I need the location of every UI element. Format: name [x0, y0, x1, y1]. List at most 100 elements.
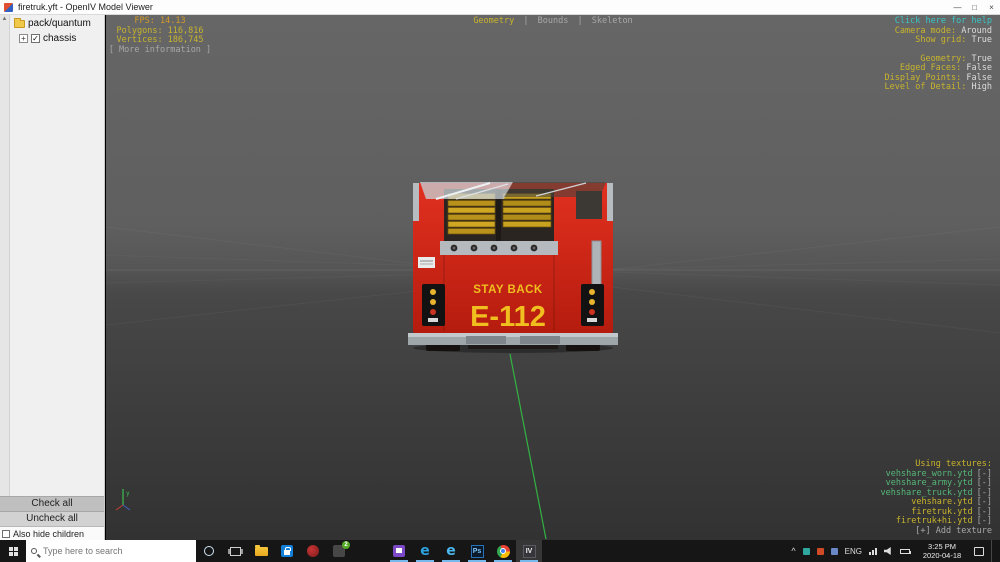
tray-expand-icon[interactable]: ^ [791, 546, 795, 556]
texture-remove-button[interactable]: [-] [977, 469, 992, 479]
axis-y-label: y [126, 490, 130, 497]
viewport-canvas[interactable]: y [106, 15, 1000, 540]
texture-remove-button[interactable]: [-] [977, 478, 992, 488]
axis-gizmo: y [116, 489, 130, 510]
tree-root-label: pack/quantum [28, 18, 91, 29]
setting-level-of-detail[interactable]: Level of Detail: High [885, 83, 993, 93]
check-all-button[interactable]: Check all [0, 496, 104, 511]
chassis-checkbox[interactable]: ✓ [31, 34, 40, 43]
volume-icon[interactable] [884, 547, 893, 555]
texture-remove-button[interactable]: [-] [977, 507, 992, 517]
y-axis-line [510, 354, 546, 539]
mode-separator: | [577, 16, 582, 26]
openiv-icon: IV [523, 545, 536, 558]
textures-panel: Using textures: vehshare_worn.ytd[-] veh… [881, 460, 992, 536]
viewer-settings-block: Click here for help Camera mode: Around … [885, 17, 993, 93]
texture-name: firetruk.ytd [911, 507, 972, 517]
texture-name: vehshare_worn.ytd [886, 469, 973, 479]
also-hide-children-checkbox[interactable] [2, 530, 10, 538]
photoshop-icon: Ps [471, 545, 484, 558]
internet-explorer-icon: e [446, 544, 456, 558]
firetruck-model: STAY BACK E-112 [408, 179, 618, 353]
title-bar: firetruk.yft - OpenIV Model Viewer — □ × [0, 0, 1000, 15]
texture-name: vehshare_army.ytd [886, 478, 973, 488]
action-center-icon[interactable] [974, 547, 984, 556]
file-explorer-button[interactable] [248, 540, 274, 562]
notification-badge: 2 [342, 541, 350, 549]
maximize-button[interactable]: □ [966, 0, 983, 14]
network-icon[interactable] [869, 548, 877, 555]
system-tray: ^ ENG 3:25 PM 2020-04-18 [791, 540, 1000, 562]
folder-icon [14, 20, 25, 28]
close-button[interactable]: × [983, 0, 1000, 14]
language-indicator[interactable]: ENG [845, 547, 862, 556]
add-texture-button[interactable]: [+] Add texture [881, 527, 992, 537]
task-view-button[interactable] [222, 540, 248, 562]
texture-remove-button[interactable]: [-] [977, 488, 992, 498]
window-title: firetruk.yft - OpenIV Model Viewer [18, 2, 949, 12]
view-mode-switch: Geometry | Bounds | Skeleton [471, 17, 634, 27]
tray-date: 2020-04-18 [923, 551, 961, 560]
truck-unit-number-text: E-112 [470, 301, 546, 333]
pinned-app-button[interactable] [300, 540, 326, 562]
tree-root-row[interactable]: pack/quantum [11, 15, 104, 31]
messaging-app-button[interactable]: 2 [326, 540, 352, 562]
mode-separator: | [523, 16, 528, 26]
minimize-button[interactable]: — [949, 0, 966, 14]
start-button[interactable] [0, 540, 26, 562]
sidebar-bottom-controls: Check all Uncheck all Also hide children [0, 496, 104, 540]
twitch-icon [393, 545, 405, 557]
chrome-icon [497, 545, 510, 558]
edge-browser-button[interactable]: e [412, 540, 438, 562]
cortana-icon [204, 546, 214, 556]
app-icon [4, 3, 13, 12]
twitch-app-button[interactable] [386, 540, 412, 562]
windows-logo-icon [9, 547, 18, 556]
truck-stay-back-text: STAY BACK [473, 284, 543, 296]
tray-app-icon[interactable] [831, 548, 838, 555]
photoshop-button[interactable]: Ps [464, 540, 490, 562]
task-view-icon [230, 547, 241, 556]
edge-icon: e [420, 544, 430, 558]
show-desktop-button[interactable] [991, 540, 996, 562]
grid-overlay: y [106, 15, 1000, 540]
texture-name: vehshare_truck.ytd [881, 488, 973, 498]
taskbar-gap [352, 540, 386, 562]
mode-geometry[interactable]: Geometry [473, 16, 514, 26]
also-hide-children-label: Also hide children [13, 529, 84, 539]
search-icon [31, 548, 37, 554]
scroll-up-icon[interactable]: ▲ [0, 15, 9, 23]
search-box[interactable] [26, 540, 196, 562]
internet-explorer-button[interactable]: e [438, 540, 464, 562]
texture-remove-button[interactable]: [-] [977, 516, 992, 526]
microsoft-store-button[interactable] [274, 540, 300, 562]
tray-app-icon[interactable] [803, 548, 810, 555]
tree-scrollbar[interactable]: ▲ [0, 15, 10, 496]
model-tree: pack/quantum + ✓ chassis [11, 15, 104, 496]
more-information-link[interactable]: [ More information ] [108, 46, 212, 56]
search-input[interactable] [41, 545, 171, 557]
tree-expander-icon[interactable]: + [19, 34, 28, 43]
tree-item-chassis[interactable]: + ✓ chassis [11, 31, 104, 46]
model-tree-sidebar: ▲ pack/quantum + ✓ chassis Check all Unc… [0, 15, 105, 540]
setting-show-grid[interactable]: Show grid: True [885, 36, 993, 46]
taskbar: 2 e e Ps IV ^ ENG 3:25 PM 2020-04-18 [0, 540, 1000, 562]
store-icon [281, 545, 293, 557]
cortana-button[interactable] [196, 540, 222, 562]
red-app-icon [307, 545, 319, 557]
tray-app-icon[interactable] [817, 548, 824, 555]
mode-bounds[interactable]: Bounds [538, 16, 569, 26]
texture-name: vehshare.ytd [911, 497, 972, 507]
tray-time: 3:25 PM [928, 542, 956, 551]
tree-item-label: chassis [43, 33, 76, 44]
texture-remove-button[interactable]: [-] [977, 497, 992, 507]
chrome-button[interactable] [490, 540, 516, 562]
texture-name: firetruk+hi.ytd [896, 516, 973, 526]
main-content: ▲ pack/quantum + ✓ chassis Check all Unc… [0, 15, 1000, 540]
clock[interactable]: 3:25 PM 2020-04-18 [917, 542, 967, 560]
openiv-button[interactable]: IV [516, 540, 542, 562]
file-explorer-icon [255, 547, 268, 556]
battery-icon[interactable] [900, 549, 910, 554]
mode-skeleton[interactable]: Skeleton [592, 16, 633, 26]
uncheck-all-button[interactable]: Uncheck all [0, 511, 104, 526]
